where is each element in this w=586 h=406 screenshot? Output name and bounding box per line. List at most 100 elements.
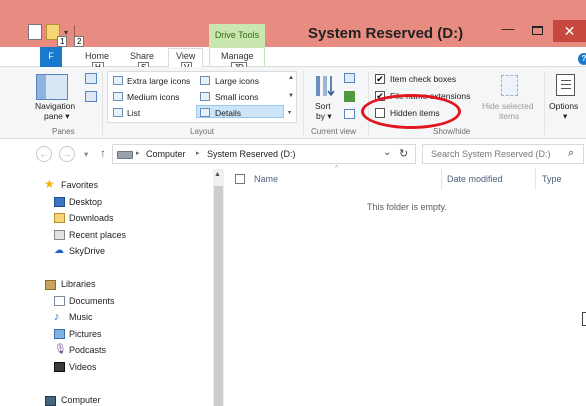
layout-list[interactable]: List (127, 108, 140, 118)
nav-libraries[interactable]: Libraries (61, 279, 96, 289)
nav-podcasts[interactable]: Podcasts (69, 345, 106, 355)
scroll-up-arrow-icon[interactable]: ▲ (214, 171, 221, 178)
empty-folder-message: This folder is empty. (367, 202, 447, 212)
navigation-pane-scrollbar[interactable]: ▲ (213, 169, 224, 406)
navigation-pane-label[interactable]: Navigation (35, 101, 75, 111)
group-separator (544, 71, 545, 135)
keytip-1: 1 (57, 36, 68, 47)
close-button[interactable]: ✕ (553, 20, 586, 42)
favorites-star-icon: ★ (44, 177, 55, 191)
layout-small-icons[interactable]: Small icons (215, 92, 258, 102)
size-columns-icon[interactable] (344, 109, 355, 119)
extra-large-icons-icon (113, 76, 123, 85)
nav-recent-places[interactable]: Recent places (69, 230, 126, 240)
item-check-boxes-checkbox[interactable]: ✔ (375, 74, 385, 84)
layout-expand-icon[interactable]: ▾ (288, 109, 291, 116)
column-separator[interactable] (535, 169, 536, 190)
podcasts-microphone-icon: 🎙 (54, 344, 67, 355)
group-separator (303, 71, 304, 135)
help-icon[interactable]: ? (578, 53, 586, 65)
sort-by-label[interactable]: Sort (315, 101, 331, 111)
tab-manage[interactable]: Manage (221, 51, 254, 61)
title-bar: ▾ 1 2 Drive Tools System Reserved (D:) —… (0, 0, 586, 47)
computer-icon (45, 396, 56, 406)
show-hide-group-label: Show/hide (433, 127, 471, 136)
options-label[interactable]: Options (549, 101, 578, 111)
address-box[interactable]: ▸ Computer ▸ System Reserved (D:) ⌄ ↻ (112, 144, 416, 164)
music-note-icon: ♪ (54, 311, 60, 323)
keytip-2: 2 (74, 36, 85, 47)
hide-selected-items-icon[interactable] (501, 75, 518, 96)
nav-computer[interactable]: Computer (61, 395, 101, 405)
layout-scroll-up-icon[interactable]: ▲ (288, 75, 294, 81)
crumb-separator[interactable]: ▸ (136, 149, 140, 157)
layout-extra-large-icons[interactable]: Extra large icons (127, 76, 190, 86)
drive-tools-context-tab[interactable]: Drive Tools (209, 24, 265, 47)
minimize-button[interactable]: — (497, 22, 519, 42)
tab-view[interactable]: View (176, 51, 195, 61)
desktop-icon (54, 197, 65, 207)
search-icon[interactable]: ⌕ (568, 147, 574, 160)
ribbon-tabs: F Home Share View Manage (0, 47, 586, 68)
nav-favorites[interactable]: Favorites (61, 180, 98, 190)
crumb-computer[interactable]: Computer (146, 149, 186, 159)
crumb-separator[interactable]: ▸ (196, 149, 200, 157)
layout-details[interactable]: Details (215, 108, 241, 118)
column-separator[interactable] (441, 169, 442, 190)
up-button[interactable]: ↑ (100, 146, 106, 160)
properties-icon[interactable] (28, 24, 42, 40)
sort-indicator-icon: ^ (335, 165, 339, 172)
navigation-pane-icon[interactable] (36, 74, 68, 100)
forward-button[interactable]: → (59, 146, 75, 162)
column-header-date-modified[interactable]: Date modified (447, 174, 503, 184)
layout-scroll-down-icon[interactable]: ▼ (288, 93, 294, 99)
options-icon[interactable] (556, 74, 575, 96)
hide-selected-items-label[interactable]: Hide selected (482, 101, 534, 111)
pictures-icon (54, 329, 65, 339)
scrollbar-thumb[interactable] (214, 186, 223, 406)
group-separator (102, 71, 103, 135)
ribbon: Navigation pane ▾ Panes Extra large icon… (0, 67, 586, 139)
nav-music[interactable]: Music (69, 312, 93, 322)
list-icon (113, 108, 123, 117)
layout-medium-icons[interactable]: Medium icons (127, 92, 179, 102)
add-columns-icon[interactable] (344, 91, 355, 102)
hide-selected-items-label-2[interactable]: items (499, 111, 519, 121)
back-button[interactable]: ← (36, 146, 52, 162)
crumb-system-reserved[interactable]: System Reserved (D:) (207, 149, 296, 159)
refresh-icon[interactable]: ↻ (399, 147, 408, 160)
sort-by-icon[interactable] (314, 73, 336, 99)
options-chevron-icon[interactable]: ▾ (563, 111, 567, 122)
nav-downloads[interactable]: Downloads (69, 213, 114, 223)
preview-pane-icon[interactable] (85, 73, 97, 84)
tab-file[interactable]: F (40, 47, 62, 67)
item-check-boxes-label[interactable]: Item check boxes (390, 74, 456, 84)
column-header-type[interactable]: Type (542, 174, 562, 184)
maximize-button[interactable] (526, 22, 548, 42)
partial-window-edge (582, 312, 586, 326)
address-dropdown-icon[interactable]: ⌄ (383, 147, 391, 158)
panes-group-label: Panes (52, 127, 75, 136)
tab-home[interactable]: Home (85, 51, 109, 61)
details-pane-icon[interactable] (85, 91, 97, 102)
navigation-pane-label-2[interactable]: pane ▾ (44, 111, 70, 122)
nav-pictures[interactable]: Pictures (69, 329, 102, 339)
layout-large-icons[interactable]: Large icons (215, 76, 259, 86)
group-by-icon[interactable] (344, 73, 355, 83)
search-input[interactable]: Search System Reserved (D:) ⌕ (422, 144, 584, 164)
layout-group-label: Layout (190, 127, 215, 136)
nav-videos[interactable]: Videos (69, 362, 96, 372)
recent-locations-chevron-icon[interactable]: ▾ (84, 149, 88, 160)
recent-places-icon (54, 230, 65, 240)
tab-share[interactable]: Share (130, 51, 154, 61)
maximize-icon (532, 26, 543, 35)
nav-documents[interactable]: Documents (69, 296, 115, 306)
search-placeholder: Search System Reserved (D:) (431, 149, 551, 159)
nav-skydrive[interactable]: SkyDrive (69, 246, 105, 256)
small-icons-icon (200, 92, 210, 101)
videos-icon (54, 362, 65, 372)
column-header-name[interactable]: Name (254, 174, 278, 184)
sort-by-label-2[interactable]: by ▾ (316, 111, 332, 122)
nav-desktop[interactable]: Desktop (69, 197, 102, 207)
select-all-checkbox[interactable] (235, 174, 245, 184)
